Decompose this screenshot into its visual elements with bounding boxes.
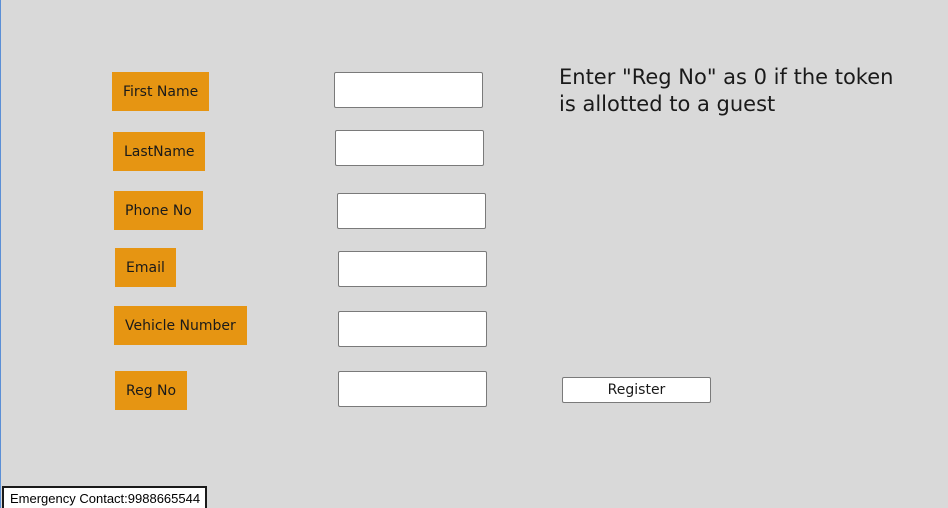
first-name-input[interactable] (334, 72, 483, 108)
email-input[interactable] (338, 251, 487, 287)
vehicle-number-label: Vehicle Number (114, 306, 247, 345)
reg-no-input[interactable] (338, 371, 487, 407)
last-name-input[interactable] (335, 130, 484, 166)
emergency-contact: Emergency Contact:9988665544 (2, 486, 208, 508)
vehicle-number-input[interactable] (338, 311, 487, 347)
reg-no-hint-text: Enter "Reg No" as 0 if the token is allo… (559, 65, 894, 116)
reg-no-label: Reg No (115, 371, 188, 410)
first-name-label: First Name (112, 72, 210, 111)
register-button[interactable]: Register (562, 377, 711, 403)
last-name-label: LastName (113, 132, 206, 171)
email-label: Email (115, 248, 176, 287)
phone-input[interactable] (337, 193, 486, 229)
phone-label: Phone No (114, 191, 203, 230)
